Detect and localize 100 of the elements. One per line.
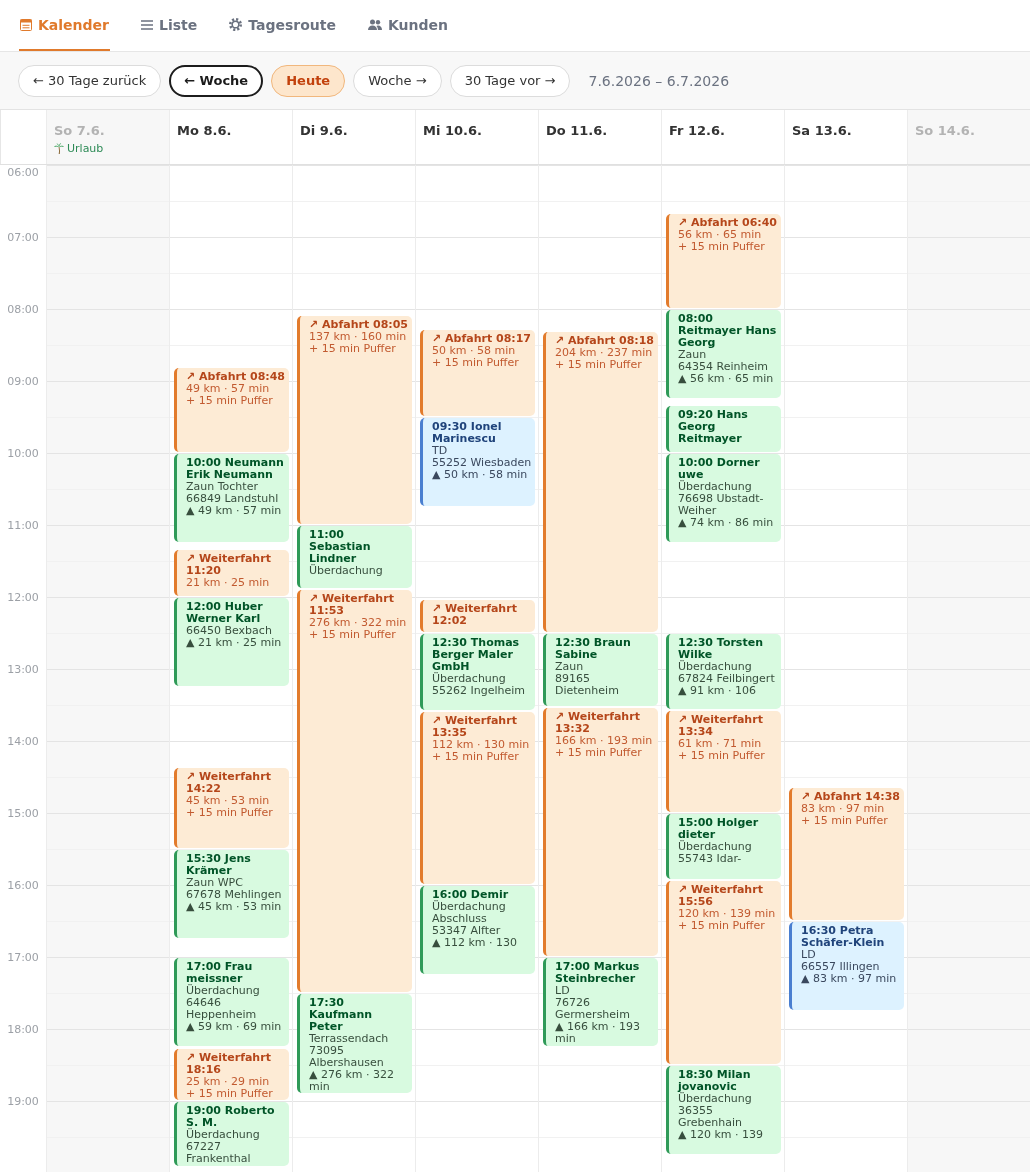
appointment-detail: Terrassendach (309, 1033, 390, 1045)
travel-block[interactable]: ↗ Weiterfahrt 12:02 (420, 600, 535, 632)
time-label: 15:00 (6, 807, 40, 820)
travel-detail: 45 km · 53 min (186, 795, 271, 808)
appointment-detail: 66557 Illingen (801, 961, 881, 973)
appointment-detail: 89165 Dietenheim (555, 673, 620, 697)
appointment-card[interactable]: 15:30 Jens Krämer Zaun WPC 67678 Mehlingen ▲ 45 km · 53 min (174, 850, 289, 938)
appointment-detail: ▲ 59 km · 69 min (186, 1021, 283, 1033)
travel-detail: + 15 min Puffer (432, 357, 520, 370)
appointment-detail: 55743 Idar- (678, 853, 743, 865)
travel-title: ↗ Abfahrt 14:38 (801, 790, 901, 803)
appointment-card[interactable]: 19:00 Roberto S. M. Überdachung 67227 Frankenthal (174, 1102, 289, 1166)
appointment-card[interactable]: 09:20 Hans Georg Reitmayer (666, 406, 781, 452)
travel-detail: 21 km · 25 min (186, 577, 271, 589)
nav-tab[interactable]: Kunden (366, 0, 449, 51)
appointment-card[interactable]: 16:30 Petra Schäfer-Klein LD 66557 Illingen ▲ 83 km · 97 min (789, 922, 904, 1010)
appointment-detail: 73095 Albershausen (309, 1045, 385, 1069)
travel-title: ↗ Weiterfahrt 11:20 (186, 553, 272, 577)
travel-title: ↗ Weiterfahrt 11:53 (309, 592, 395, 617)
appointment-card[interactable]: 11:00 Sebastian Lindner Überdachung (297, 526, 412, 588)
appointment-detail: ▲ 74 km · 86 min (678, 517, 775, 529)
nav-button[interactable]: ← Woche (169, 64, 264, 97)
appointment-detail: ▲ 56 km · 65 min (678, 373, 775, 385)
travel-block[interactable]: ↗ Abfahrt 14:38 83 km · 97 min + 15 min Puffer (789, 787, 904, 920)
travel-block[interactable]: ↗ Abfahrt 08:48 49 km · 57 min + 15 min Puffer (174, 367, 289, 452)
day-label: Di 9.6. (300, 123, 348, 138)
appointment-detail: ▲ 120 km · 139 (678, 1129, 765, 1141)
appointment-detail: Überdachung (432, 673, 507, 685)
appointment-card[interactable]: 09:30 Ionel Marinescu TD 55252 Wiesbaden ▲ 50 km · 58 min (420, 418, 535, 506)
appointment-card[interactable]: 17:30 Kaufmann Peter Terrassendach 73095 Albershausen ▲ 276 km · 322 min (297, 994, 412, 1093)
time-label: 16:00 (6, 879, 40, 892)
appointment-card[interactable]: 12:30 Braun Sabine Zaun 89165 Dietenheim (543, 634, 658, 707)
appointment-detail: 55262 Ingelheim (432, 685, 527, 697)
travel-block[interactable]: ↗ Abfahrt 08:05 137 km · 160 min + 15 min Puffer (297, 316, 412, 524)
appointment-detail: Überdachung (678, 661, 753, 673)
travel-block[interactable]: ↗ Weiterfahrt 13:35 112 km · 130 min + 15 min Puffer (420, 712, 535, 884)
travel-detail: 112 km · 130 min (432, 739, 531, 751)
day-label: So 7.6. (54, 123, 105, 138)
appointment-title: 16:30 Petra Schäfer-Klein (801, 925, 886, 949)
appointment-detail: Zaun Tochter (186, 481, 259, 493)
travel-detail: + 15 min Puffer (678, 241, 766, 253)
appointment-card[interactable]: 10:00 Dorner uwe Überdachung 76698 Ubstadt-Weiher ▲ 74 km · 86 min (666, 454, 781, 542)
travel-block[interactable]: ↗ Abfahrt 08:18 204 km · 237 min + 15 min Puffer (543, 331, 658, 632)
time-label: 14:00 (6, 735, 40, 748)
date-range: 7.6.2026 – 6.7.2026 (588, 72, 730, 89)
appointment-card[interactable]: 12:30 Thomas Berger Maler GmbH Überdachung 55262 Ingelheim (420, 634, 535, 710)
travel-detail: 50 km · 58 min (432, 345, 517, 358)
appointment-card[interactable]: 18:30 Milan jovanovic Überdachung 36355 Grebenhain ▲ 120 km · 139 (666, 1066, 781, 1154)
travel-block[interactable]: ↗ Weiterfahrt 13:34 61 km · 71 min + 15 min Puffer (666, 710, 781, 812)
appointment-card[interactable]: 08:00 Reitmayer Hans Georg Zaun 64354 Reinheim ▲ 56 km · 65 min (666, 310, 781, 398)
appointment-detail: Überdachung (309, 565, 384, 577)
nav-tab[interactable]: Liste (140, 0, 199, 51)
appointment-card[interactable]: 17:00 Markus Steinbrecher LD 76726 Germersheim ▲ 166 km · 193 min (543, 958, 658, 1046)
travel-detail: 61 km · 71 min (678, 737, 763, 750)
travel-block[interactable]: ↗ Abfahrt 06:40 56 km · 65 min + 15 min Puffer (666, 214, 781, 308)
appointment-card[interactable]: 12:30 Torsten Wilke Überdachung 67824 Feilbingert ▲ 91 km · 106 (666, 634, 781, 709)
travel-title: ↗ Abfahrt 08:05 (309, 319, 409, 331)
travel-title: ↗ Weiterfahrt 15:56 (678, 884, 764, 909)
today-button[interactable]: Heute (271, 64, 346, 97)
people-icon (367, 19, 382, 30)
appointment-card[interactable]: 16:00 Demir Überdachung Abschluss 53347 Alfter ▲ 112 km · 130 (420, 886, 535, 974)
appointment-card[interactable]: 17:00 Frau meissner Überdachung 64646 Heppenheim ▲ 59 km · 69 min (174, 958, 289, 1046)
travel-detail: + 15 min Puffer (678, 749, 766, 762)
travel-block[interactable]: ↗ Weiterfahrt 15:56 120 km · 139 min + 15 min Puffer (666, 881, 781, 1064)
appointment-detail: ▲ 83 km · 97 min (801, 973, 898, 985)
time-label: 13:00 (6, 663, 40, 676)
appointment-detail: Zaun (555, 661, 585, 673)
travel-block[interactable]: ↗ Weiterfahrt 11:53 276 km · 322 min + 15 min Puffer (297, 589, 412, 992)
travel-title: ↗ Abfahrt 08:18 (555, 334, 655, 347)
appointment-title: 15:30 Jens Krämer (186, 853, 252, 877)
nav-button[interactable]: 30 Tage vor → (449, 64, 571, 97)
day-label: Fr 12.6. (669, 123, 725, 138)
travel-detail: 276 km · 322 min (309, 616, 408, 629)
appointment-card[interactable]: 15:00 Holger dieter Überdachung 55743 Idar- (666, 814, 781, 880)
travel-detail: + 15 min Puffer (678, 920, 766, 933)
appointment-title: 12:30 Thomas Berger Maler GmbH (432, 637, 521, 673)
travel-block[interactable]: ↗ Weiterfahrt 13:32 166 km · 193 min + 15 min Puffer (543, 708, 658, 956)
travel-detail: + 15 min Puffer (432, 751, 520, 763)
appointment-detail: 64646 Heppenheim (186, 997, 258, 1021)
appointment-card[interactable]: 12:00 Huber Werner Karl 66450 Bexbach ▲ 21 km · 25 min (174, 598, 289, 686)
travel-detail: 166 km · 193 min (555, 735, 654, 748)
travel-block[interactable]: ↗ Weiterfahrt 18:16 25 km · 29 min + 15 min Puffer (174, 1049, 289, 1100)
travel-block[interactable]: ↗ Weiterfahrt 14:22 45 km · 53 min + 15 min Puffer (174, 768, 289, 848)
nav-button[interactable]: Woche → (353, 64, 442, 97)
appointment-card[interactable]: 10:00 Neumann Erik Neumann Zaun Tochter 66849 Landstuhl ▲ 49 km · 57 min (174, 454, 289, 542)
travel-detail: + 15 min Puffer (186, 1088, 274, 1100)
appointment-detail: Überdachung (186, 985, 261, 997)
travel-detail: 204 km · 237 min (555, 346, 654, 359)
appointment-detail: LD (801, 949, 817, 961)
travel-title: ↗ Weiterfahrt 12:02 (432, 603, 518, 628)
travel-block[interactable]: ↗ Weiterfahrt 11:20 21 km · 25 min (174, 550, 289, 596)
nav-button[interactable]: ← 30 Tage zurück (18, 64, 162, 97)
appointment-title: 08:00 Reitmayer Hans Georg (678, 313, 778, 349)
time-label: 11:00 (6, 519, 40, 532)
nav-tab[interactable]: Tagesroute (228, 0, 337, 51)
appointment-detail: TD (432, 445, 449, 457)
travel-block[interactable]: ↗ Abfahrt 08:17 50 km · 58 min + 15 min Puffer (420, 330, 535, 416)
appointment-title: 16:00 Demir (432, 889, 510, 901)
appointment-title: 17:00 Markus Steinbrecher (555, 961, 641, 985)
appointment-detail: 53347 Alfter (432, 925, 502, 937)
